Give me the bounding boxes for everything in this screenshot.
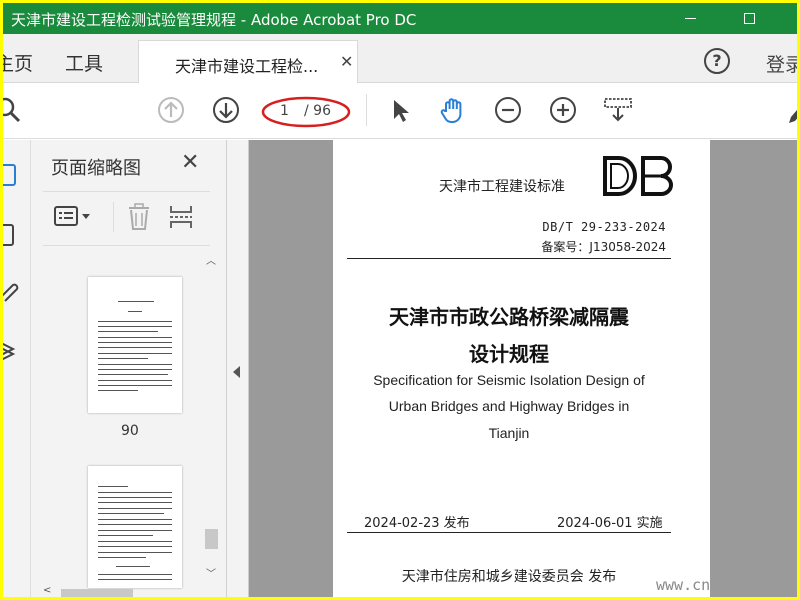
page-thumbnails-icon[interactable] xyxy=(3,162,19,188)
total-pages-label: / 96 xyxy=(304,103,331,119)
panel-divider xyxy=(43,245,210,246)
hand-tool-icon[interactable] xyxy=(438,95,468,125)
marquee-zoom-icon[interactable] xyxy=(603,95,633,125)
close-tab-icon[interactable]: ✕ xyxy=(340,52,353,71)
scrollbar-thumb[interactable] xyxy=(61,589,133,597)
split-page-icon xyxy=(170,206,192,228)
panel-title: 页面缩略图 xyxy=(51,158,141,179)
edit-pen-icon[interactable] xyxy=(781,95,797,125)
page-thumbnails-panel: 页面缩略图 ✕ 90 ︿ ﹀ < xyxy=(31,140,227,597)
trash-icon xyxy=(129,203,149,230)
page-thumbnail-91[interactable] xyxy=(88,466,182,588)
layers-icon[interactable] xyxy=(3,337,19,363)
close-panel-icon[interactable]: ✕ xyxy=(181,150,199,175)
issue-date: 2024-02-23 发布 xyxy=(364,516,470,531)
document-view[interactable]: 天津市工程建设标准 DB/T 29-233-2024 备案号：J13058-20… xyxy=(249,140,797,597)
standard-type: 天津市工程建设标准 xyxy=(439,179,565,195)
db-logo-icon xyxy=(603,156,673,196)
panel-toolbar-divider xyxy=(113,202,114,232)
acrobat-window: 天津市建设工程检测试验管理规程 - Adobe Acrobat Pro DC 主… xyxy=(3,3,797,597)
header-rule xyxy=(347,258,671,259)
zoom-out-icon[interactable] xyxy=(493,95,523,125)
thumbnail-horizontal-scrollbar[interactable]: < xyxy=(43,585,203,597)
current-page-input[interactable]: 1 xyxy=(280,103,289,119)
record-number: 备案号：J13058-2024 xyxy=(541,240,666,254)
scrollbar-thumb[interactable] xyxy=(205,529,218,549)
next-page-icon[interactable] xyxy=(211,95,241,125)
collapse-panel-handle[interactable] xyxy=(227,140,249,597)
minimize-button[interactable] xyxy=(667,3,713,34)
document-title-line2: 设计规程 xyxy=(469,342,549,366)
tab-tools[interactable]: 工具 xyxy=(65,49,103,76)
publisher: 天津市住房和城乡建设委员会 发布 xyxy=(401,569,617,585)
effective-date: 2024-06-01 实施 xyxy=(557,516,663,531)
navigation-pane-strip xyxy=(3,140,31,597)
title-bar: 天津市建设工程检测试验管理规程 - Adobe Acrobat Pro DC xyxy=(3,3,797,34)
scroll-left-icon[interactable]: < xyxy=(43,585,51,596)
window-title: 天津市建设工程检测试验管理规程 - Adobe Acrobat Pro DC xyxy=(11,11,417,29)
thumbnail-page-number: 90 xyxy=(121,423,139,439)
document-tab-label: 天津市建设工程检... xyxy=(175,57,319,76)
thumbnail-vertical-scrollbar[interactable]: ︿ ﹀ xyxy=(203,252,219,588)
english-title-line2: Urban Bridges and Highway Bridges in xyxy=(388,398,630,414)
bookmarks-icon[interactable] xyxy=(3,222,19,248)
search-icon[interactable] xyxy=(3,95,23,125)
previous-page-icon[interactable] xyxy=(156,95,186,125)
main-toolbar: 1 / 96 xyxy=(3,83,797,139)
watermark-text: www.cn xyxy=(656,576,711,594)
page-thumbnail-90[interactable] xyxy=(88,277,182,413)
select-tool-icon[interactable] xyxy=(385,95,415,125)
toolbar-divider xyxy=(366,94,367,126)
pdf-page: 天津市工程建设标准 DB/T 29-233-2024 备案号：J13058-20… xyxy=(333,140,710,597)
collapse-arrow-icon xyxy=(233,366,240,378)
tab-document[interactable]: 天津市建设工程检... ✕ xyxy=(138,40,358,83)
maximize-icon xyxy=(743,13,755,24)
help-icon[interactable]: ? xyxy=(704,48,730,74)
document-title-line1: 天津市市政公路桥梁减隔震 xyxy=(389,305,629,329)
login-link[interactable]: 登录 xyxy=(766,50,797,77)
scroll-up-icon[interactable]: ︿ xyxy=(203,254,219,270)
standard-code: DB/T 29-233-2024 xyxy=(542,220,666,234)
extract-page-button[interactable] xyxy=(168,202,194,232)
maximize-button[interactable] xyxy=(726,3,772,34)
zoom-in-icon[interactable] xyxy=(548,95,578,125)
english-title-line3: Tianjin xyxy=(488,425,530,441)
scroll-down-icon[interactable]: ﹀ xyxy=(203,567,219,583)
minimize-icon xyxy=(684,18,696,19)
footer-rule xyxy=(347,532,671,533)
english-title-line1: Specification for Seismic Isolation Desi… xyxy=(373,372,645,388)
options-menu-icon xyxy=(54,206,90,226)
thumbnail-options-button[interactable] xyxy=(53,202,95,232)
tab-home[interactable]: 主页 xyxy=(3,49,33,76)
page-number-field[interactable]: 1 / 96 xyxy=(261,94,353,130)
tab-bar: 主页 工具 天津市建设工程检... ✕ ? 登录 xyxy=(3,34,797,83)
panel-divider xyxy=(43,191,210,192)
attachments-icon[interactable] xyxy=(3,277,19,303)
delete-page-button[interactable] xyxy=(126,202,152,232)
